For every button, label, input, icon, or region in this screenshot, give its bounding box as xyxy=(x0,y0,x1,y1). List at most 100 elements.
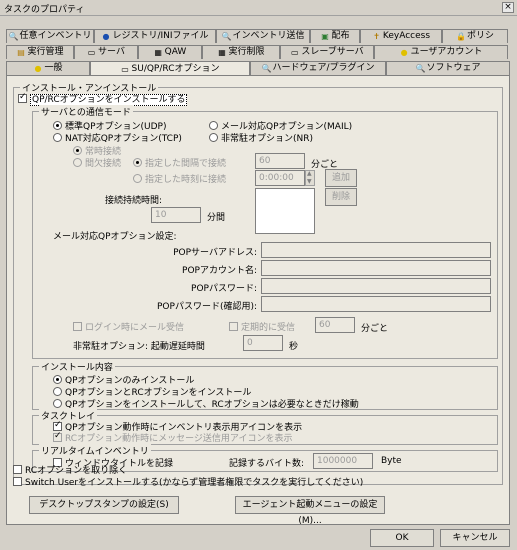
window-title: タスクのプロパティ xyxy=(4,5,85,15)
pop-account-label: POPアカウント名: xyxy=(182,266,257,276)
tab-row-1: 🔍 任意インベントリ ● レジストリ/INIファイル 🔍 インベントリ送信 ▣ 配布 ✝… xyxy=(6,29,508,43)
keep-duration-input[interactable]: 10 xyxy=(151,207,201,223)
mail-radio[interactable] xyxy=(209,121,218,130)
magnifier-icon: 🔍 xyxy=(415,64,426,73)
tab-qaw[interactable]: ▦ QAW xyxy=(138,45,202,59)
periodic-checkbox-row[interactable]: 定期的に受信 xyxy=(229,320,295,333)
magnifier-icon: 🔍 xyxy=(261,64,272,73)
install-qp-checkbox-row[interactable]: QP/RCオプションをインストールする xyxy=(18,92,188,106)
nat-tcp-radio-row[interactable]: NAT対応QPオプション(TCP) xyxy=(53,131,182,144)
magnifier-icon: 🔍 xyxy=(221,32,232,41)
magnifier-icon: 🔍 xyxy=(8,32,19,41)
time-spinner[interactable]: ▲ ▼ xyxy=(305,170,315,186)
delete-time-button[interactable]: 削除 xyxy=(325,188,357,206)
tab-user-account[interactable]: ● ユーザアカウント xyxy=(374,45,508,59)
install-qp-checkbox[interactable] xyxy=(18,92,27,103)
tab-registry-ini[interactable]: ● レジストリ/INIファイル xyxy=(94,29,216,43)
switch-user-checkbox-row[interactable]: Switch Userをインストールする(かならず管理者権限でタスクを実行してく… xyxy=(13,475,363,488)
qp-rc-ondemand-radio[interactable] xyxy=(53,399,62,408)
always-connect-radio[interactable] xyxy=(73,146,82,155)
pop-account-input[interactable] xyxy=(261,260,491,276)
interval-connect-radio[interactable] xyxy=(73,158,82,167)
distribution-icon: ▣ xyxy=(321,32,329,41)
remove-rc-checkbox[interactable] xyxy=(13,465,22,474)
tab-inventory-send[interactable]: 🔍 インベントリ送信 xyxy=(216,29,310,43)
tab-row-3: ● 一般 ▭ SU/QP/RCオプション 🔍 ハードウェア/プラグイン 🔍 ソフトウェア xyxy=(6,61,510,76)
show-inventory-icon-checkbox[interactable] xyxy=(53,420,62,431)
add-time-button[interactable]: 追加 xyxy=(325,169,357,187)
pop-password-confirm-label: POPパスワード(確認用): xyxy=(157,302,257,312)
spec-time-radio[interactable] xyxy=(133,174,142,183)
server-icon: ▭ xyxy=(87,48,96,57)
tab-distribution[interactable]: ▣ 配布 xyxy=(310,29,360,43)
spin-down-icon: ▼ xyxy=(307,178,312,185)
agent-menu-button[interactable]: エージェント起動メニューの設定(M)... xyxy=(235,496,385,526)
interval-input[interactable]: 60 xyxy=(255,153,305,169)
nonres-radio-row[interactable]: 非常駐オプション(NR) xyxy=(209,131,313,144)
record-bytes-label: 記録するバイト数: xyxy=(229,459,305,469)
title-bar: タスクのプロパティ × xyxy=(0,0,517,16)
pop-password-input[interactable] xyxy=(261,278,491,294)
management-icon: ▤ xyxy=(17,48,25,57)
comm-mode-group: サーバとの通信モード 標準QPオプション(UDP) メール対応QPオプション(M… xyxy=(32,105,498,359)
mail-on-login-checkbox[interactable] xyxy=(73,322,82,331)
tab-custom-inventory[interactable]: 🔍 任意インベントリ xyxy=(6,29,94,43)
nonres-delay-unit: 秒 xyxy=(289,342,299,352)
pop-server-label: POPサーバアドレス: xyxy=(173,248,257,258)
spec-time-radio-row[interactable]: 指定した時刻に接続 xyxy=(133,172,226,185)
ok-button[interactable]: OK xyxy=(370,529,434,547)
desktop-stamp-button[interactable]: デスクトップスタンプの設定(S) xyxy=(29,496,179,514)
comm-mode-title: サーバとの通信モード xyxy=(39,105,133,118)
time-input[interactable]: 0:00:00 xyxy=(255,170,305,186)
lock-icon: 🔒 xyxy=(455,32,466,41)
registry-icon: ● xyxy=(102,32,110,41)
time-list[interactable] xyxy=(255,188,315,234)
show-message-icon-checkbox-row[interactable]: RCオプション動作時にメッセージ送信用アイコンを表示 xyxy=(53,431,292,444)
tab-hardware-plugin[interactable]: 🔍 ハードウェア/プラグイン xyxy=(250,61,386,75)
mail-on-login-checkbox-row[interactable]: ログイン時にメール受信 xyxy=(73,320,184,333)
general-icon: ● xyxy=(34,64,42,73)
periodic-input[interactable]: 60 xyxy=(315,317,355,333)
nat-tcp-radio[interactable] xyxy=(53,133,62,142)
spec-interval-radio[interactable] xyxy=(133,158,142,167)
tab-keyaccess[interactable]: ✝ KeyAccess xyxy=(360,29,442,43)
qp-rc-radio[interactable] xyxy=(53,387,62,396)
tab-execution-limit[interactable]: ▦ 実行制限 xyxy=(202,45,280,59)
install-content-title: インストール内容 xyxy=(39,360,115,373)
keep-duration-unit: 分間 xyxy=(207,213,226,223)
user-icon: ● xyxy=(400,48,408,57)
nonres-delay-label: 非常駐オプション: 起動遅延時間 xyxy=(73,342,205,352)
tab-server[interactable]: ▭ サーバ xyxy=(74,45,138,59)
periodic-unit: 分ごと xyxy=(361,324,389,334)
cancel-button[interactable]: キャンセル xyxy=(440,529,510,547)
tab-general[interactable]: ● 一般 xyxy=(6,61,90,75)
spec-interval-radio-row[interactable]: 指定した間隔で接続 xyxy=(133,156,226,169)
tab-su-qp-rc-option[interactable]: ▭ SU/QP/RCオプション xyxy=(90,61,250,76)
switch-user-checkbox[interactable] xyxy=(13,477,22,486)
server-icon: ▭ xyxy=(291,48,299,57)
tab-execution-management[interactable]: ▤ 実行管理 xyxy=(6,45,74,59)
qp-only-radio[interactable] xyxy=(53,375,62,384)
spin-up-icon: ▲ xyxy=(307,170,312,177)
key-icon: ✝ xyxy=(373,32,380,41)
interval-connect-radio-row[interactable]: 間欠接続 xyxy=(73,156,121,169)
nonres-radio[interactable] xyxy=(209,133,218,142)
keep-duration-label: 接続持続時間: xyxy=(105,196,163,206)
show-message-icon-checkbox[interactable] xyxy=(53,431,62,442)
options-panel: インストール・アンインストール QP/RCオプションをインストールする サーバと… xyxy=(6,75,510,526)
qaw-icon: ▦ xyxy=(154,48,162,57)
tab-software[interactable]: 🔍 ソフトウェア xyxy=(386,61,510,75)
nonres-delay-input[interactable]: 0 xyxy=(243,335,283,351)
pop-password-confirm-input[interactable] xyxy=(261,296,491,312)
option-icon: ▭ xyxy=(121,64,129,74)
pop-server-input[interactable] xyxy=(261,242,491,258)
tasktray-group: タスクトレイ QPオプション動作時にインベントリ表示用アイコンを表示 RCオプシ… xyxy=(32,409,498,445)
tab-policy[interactable]: 🔒 ポリシ xyxy=(442,29,508,43)
install-uninstall-group: インストール・アンインストール QP/RCオプションをインストールする サーバと… xyxy=(13,81,503,485)
record-bytes-input[interactable]: 1000000 xyxy=(313,453,373,469)
std-udp-radio[interactable] xyxy=(53,121,62,130)
close-button[interactable]: × xyxy=(502,2,514,13)
qp-rc-ondemand-radio-row[interactable]: QPオプションをインストールして、RCオプションは必要なときだけ稼動 xyxy=(53,397,359,410)
tab-slave-server[interactable]: ▭ スレーブサーバ xyxy=(280,45,374,59)
periodic-checkbox[interactable] xyxy=(229,322,238,331)
